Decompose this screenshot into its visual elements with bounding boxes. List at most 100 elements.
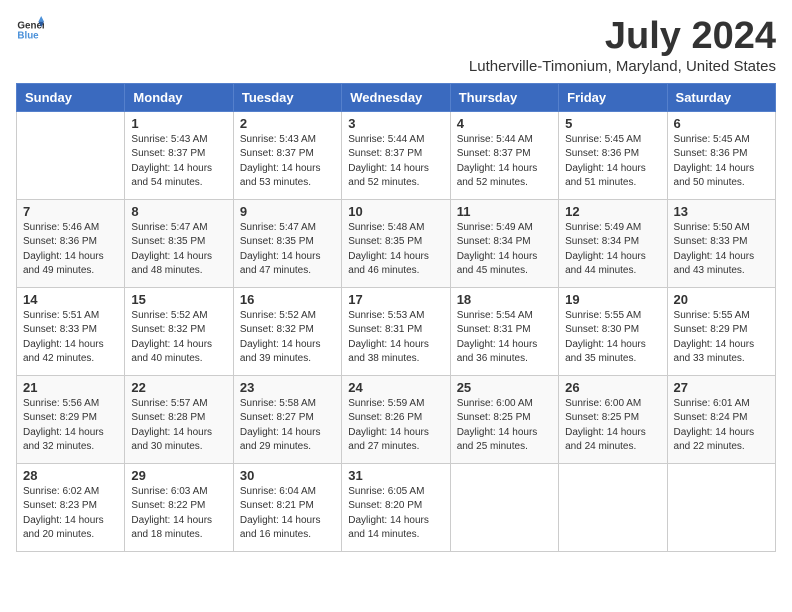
day-info: Sunrise: 6:01 AM Sunset: 8:24 PM Dayligh… [674, 397, 769, 455]
calendar-cell: 18 Sunrise: 5:54 AM Sunset: 8:31 PM Dayli… [450, 287, 558, 375]
calendar-cell: 27 Sunrise: 6:01 AM Sunset: 8:24 PM Dayli… [667, 375, 775, 463]
calendar-cell: 23 Sunrise: 5:58 AM Sunset: 8:27 PM Dayli… [233, 375, 341, 463]
subtitle: Lutherville-Timonium, Maryland, United S… [469, 58, 776, 75]
day-info: Sunrise: 6:00 AM Sunset: 8:25 PM Dayligh… [565, 397, 660, 455]
day-info: Sunrise: 5:54 AM Sunset: 8:31 PM Dayligh… [457, 309, 552, 367]
calendar-cell: 19 Sunrise: 5:55 AM Sunset: 8:30 PM Dayli… [559, 287, 667, 375]
day-info: Sunrise: 5:50 AM Sunset: 8:33 PM Dayligh… [674, 221, 769, 279]
day-number: 27 [674, 380, 769, 395]
day-info: Sunrise: 5:56 AM Sunset: 8:29 PM Dayligh… [23, 397, 118, 455]
calendar-cell: 5 Sunrise: 5:45 AM Sunset: 8:36 PM Daylig… [559, 111, 667, 199]
calendar-cell: 28 Sunrise: 6:02 AM Sunset: 8:23 PM Dayli… [17, 463, 125, 551]
calendar-cell: 4Sunrise: 5:44 AM Sunset: 8:37 PM Daylig… [450, 111, 558, 199]
day-number: 21 [23, 380, 118, 395]
day-number: 8 [131, 204, 226, 219]
calendar-cell [450, 463, 558, 551]
calendar-cell: 22Sunrise: 5:57 AM Sunset: 8:28 PM Dayli… [125, 375, 233, 463]
day-number: 31 [348, 468, 443, 483]
main-title: July 2024 [469, 16, 776, 58]
day-info: Sunrise: 5:58 AM Sunset: 8:27 PM Dayligh… [240, 397, 335, 455]
calendar-cell [559, 463, 667, 551]
day-number: 10 [348, 204, 443, 219]
day-info: Sunrise: 5:43 AM Sunset: 8:37 PM Dayligh… [240, 133, 335, 191]
day-number: 22 [131, 380, 226, 395]
day-info: Sunrise: 5:44 AM Sunset: 8:37 PM Dayligh… [348, 133, 443, 191]
svg-text:Blue: Blue [17, 30, 39, 41]
day-info: Sunrise: 5:48 AM Sunset: 8:35 PM Dayligh… [348, 221, 443, 279]
day-info: Sunrise: 5:43 AM Sunset: 8:37 PM Dayligh… [131, 133, 226, 191]
day-number: 26 [565, 380, 660, 395]
calendar-cell: 9 Sunrise: 5:47 AM Sunset: 8:35 PM Daylig… [233, 199, 341, 287]
calendar-cell: 31 Sunrise: 6:05 AM Sunset: 8:20 PM Dayli… [342, 463, 450, 551]
calendar-cell: 10 Sunrise: 5:48 AM Sunset: 8:35 PM Dayli… [342, 199, 450, 287]
day-info: Sunrise: 5:55 AM Sunset: 8:30 PM Dayligh… [565, 309, 660, 367]
calendar-cell [17, 111, 125, 199]
calendar-cell: 3 Sunrise: 5:44 AM Sunset: 8:37 PM Daylig… [342, 111, 450, 199]
day-number: 7 [23, 204, 118, 219]
day-number: 28 [23, 468, 118, 483]
calendar-cell: 21 Sunrise: 5:56 AM Sunset: 8:29 PM Dayli… [17, 375, 125, 463]
title-area: July 2024 Lutherville-Timonium, Maryland… [469, 16, 776, 75]
calendar-cell: 7 Sunrise: 5:46 AM Sunset: 8:36 PM Daylig… [17, 199, 125, 287]
calendar-header-row: SundayMondayTuesdayWednesdayThursdayFrid… [17, 83, 776, 111]
day-info: Sunrise: 5:55 AM Sunset: 8:29 PM Dayligh… [674, 309, 769, 367]
day-number: 12 [565, 204, 660, 219]
day-number: 6 [674, 116, 769, 131]
day-info: Sunrise: 5:52 AM Sunset: 8:32 PM Dayligh… [240, 309, 335, 367]
calendar-cell: 2 Sunrise: 5:43 AM Sunset: 8:37 PM Daylig… [233, 111, 341, 199]
calendar-table: SundayMondayTuesdayWednesdayThursdayFrid… [16, 83, 776, 552]
calendar-header-friday: Friday [559, 83, 667, 111]
day-number: 30 [240, 468, 335, 483]
day-info: Sunrise: 5:47 AM Sunset: 8:35 PM Dayligh… [131, 221, 226, 279]
day-number: 25 [457, 380, 552, 395]
day-info: Sunrise: 5:47 AM Sunset: 8:35 PM Dayligh… [240, 221, 335, 279]
day-number: 14 [23, 292, 118, 307]
calendar-cell: 25 Sunrise: 6:00 AM Sunset: 8:25 PM Dayli… [450, 375, 558, 463]
logo-icon: General Blue [16, 16, 44, 44]
calendar-cell: 12 Sunrise: 5:49 AM Sunset: 8:34 PM Dayli… [559, 199, 667, 287]
day-number: 3 [348, 116, 443, 131]
page-container: General Blue July 2024 Lutherville-Timon… [16, 16, 776, 552]
calendar-header-saturday: Saturday [667, 83, 775, 111]
day-info: Sunrise: 5:49 AM Sunset: 8:34 PM Dayligh… [565, 221, 660, 279]
calendar-week-row: 28 Sunrise: 6:02 AM Sunset: 8:23 PM Dayli… [17, 463, 776, 551]
calendar-week-row: 1 Sunrise: 5:43 AM Sunset: 8:37 PM Daylig… [17, 111, 776, 199]
day-number: 23 [240, 380, 335, 395]
day-info: Sunrise: 5:45 AM Sunset: 8:36 PM Dayligh… [674, 133, 769, 191]
calendar-cell: 15 Sunrise: 5:52 AM Sunset: 8:32 PM Dayli… [125, 287, 233, 375]
calendar-cell: 24Sunrise: 5:59 AM Sunset: 8:26 PM Dayli… [342, 375, 450, 463]
calendar-cell: 26 Sunrise: 6:00 AM Sunset: 8:25 PM Dayli… [559, 375, 667, 463]
calendar-week-row: 21 Sunrise: 5:56 AM Sunset: 8:29 PM Dayli… [17, 375, 776, 463]
day-number: 20 [674, 292, 769, 307]
day-number: 16 [240, 292, 335, 307]
day-number: 1 [131, 116, 226, 131]
calendar-header-wednesday: Wednesday [342, 83, 450, 111]
day-number: 13 [674, 204, 769, 219]
header: General Blue July 2024 Lutherville-Timon… [16, 16, 776, 75]
day-number: 15 [131, 292, 226, 307]
calendar-week-row: 7 Sunrise: 5:46 AM Sunset: 8:36 PM Daylig… [17, 199, 776, 287]
day-number: 5 [565, 116, 660, 131]
day-number: 2 [240, 116, 335, 131]
calendar-cell: 11Sunrise: 5:49 AM Sunset: 8:34 PM Dayli… [450, 199, 558, 287]
day-info: Sunrise: 5:46 AM Sunset: 8:36 PM Dayligh… [23, 221, 118, 279]
calendar-cell: 20 Sunrise: 5:55 AM Sunset: 8:29 PM Dayli… [667, 287, 775, 375]
day-info: Sunrise: 5:59 AM Sunset: 8:26 PM Dayligh… [348, 397, 443, 455]
calendar-cell: 29Sunrise: 6:03 AM Sunset: 8:22 PM Dayli… [125, 463, 233, 551]
day-info: Sunrise: 6:02 AM Sunset: 8:23 PM Dayligh… [23, 485, 118, 543]
calendar-cell: 17Sunrise: 5:53 AM Sunset: 8:31 PM Dayli… [342, 287, 450, 375]
calendar-header-monday: Monday [125, 83, 233, 111]
day-number: 19 [565, 292, 660, 307]
day-number: 9 [240, 204, 335, 219]
calendar-cell: 30Sunrise: 6:04 AM Sunset: 8:21 PM Dayli… [233, 463, 341, 551]
calendar-cell: 16 Sunrise: 5:52 AM Sunset: 8:32 PM Dayli… [233, 287, 341, 375]
logo: General Blue [16, 16, 44, 44]
day-info: Sunrise: 5:52 AM Sunset: 8:32 PM Dayligh… [131, 309, 226, 367]
day-number: 18 [457, 292, 552, 307]
day-info: Sunrise: 6:03 AM Sunset: 8:22 PM Dayligh… [131, 485, 226, 543]
calendar-cell: 1 Sunrise: 5:43 AM Sunset: 8:37 PM Daylig… [125, 111, 233, 199]
day-info: Sunrise: 6:05 AM Sunset: 8:20 PM Dayligh… [348, 485, 443, 543]
day-info: Sunrise: 5:45 AM Sunset: 8:36 PM Dayligh… [565, 133, 660, 191]
day-info: Sunrise: 6:00 AM Sunset: 8:25 PM Dayligh… [457, 397, 552, 455]
day-info: Sunrise: 5:51 AM Sunset: 8:33 PM Dayligh… [23, 309, 118, 367]
